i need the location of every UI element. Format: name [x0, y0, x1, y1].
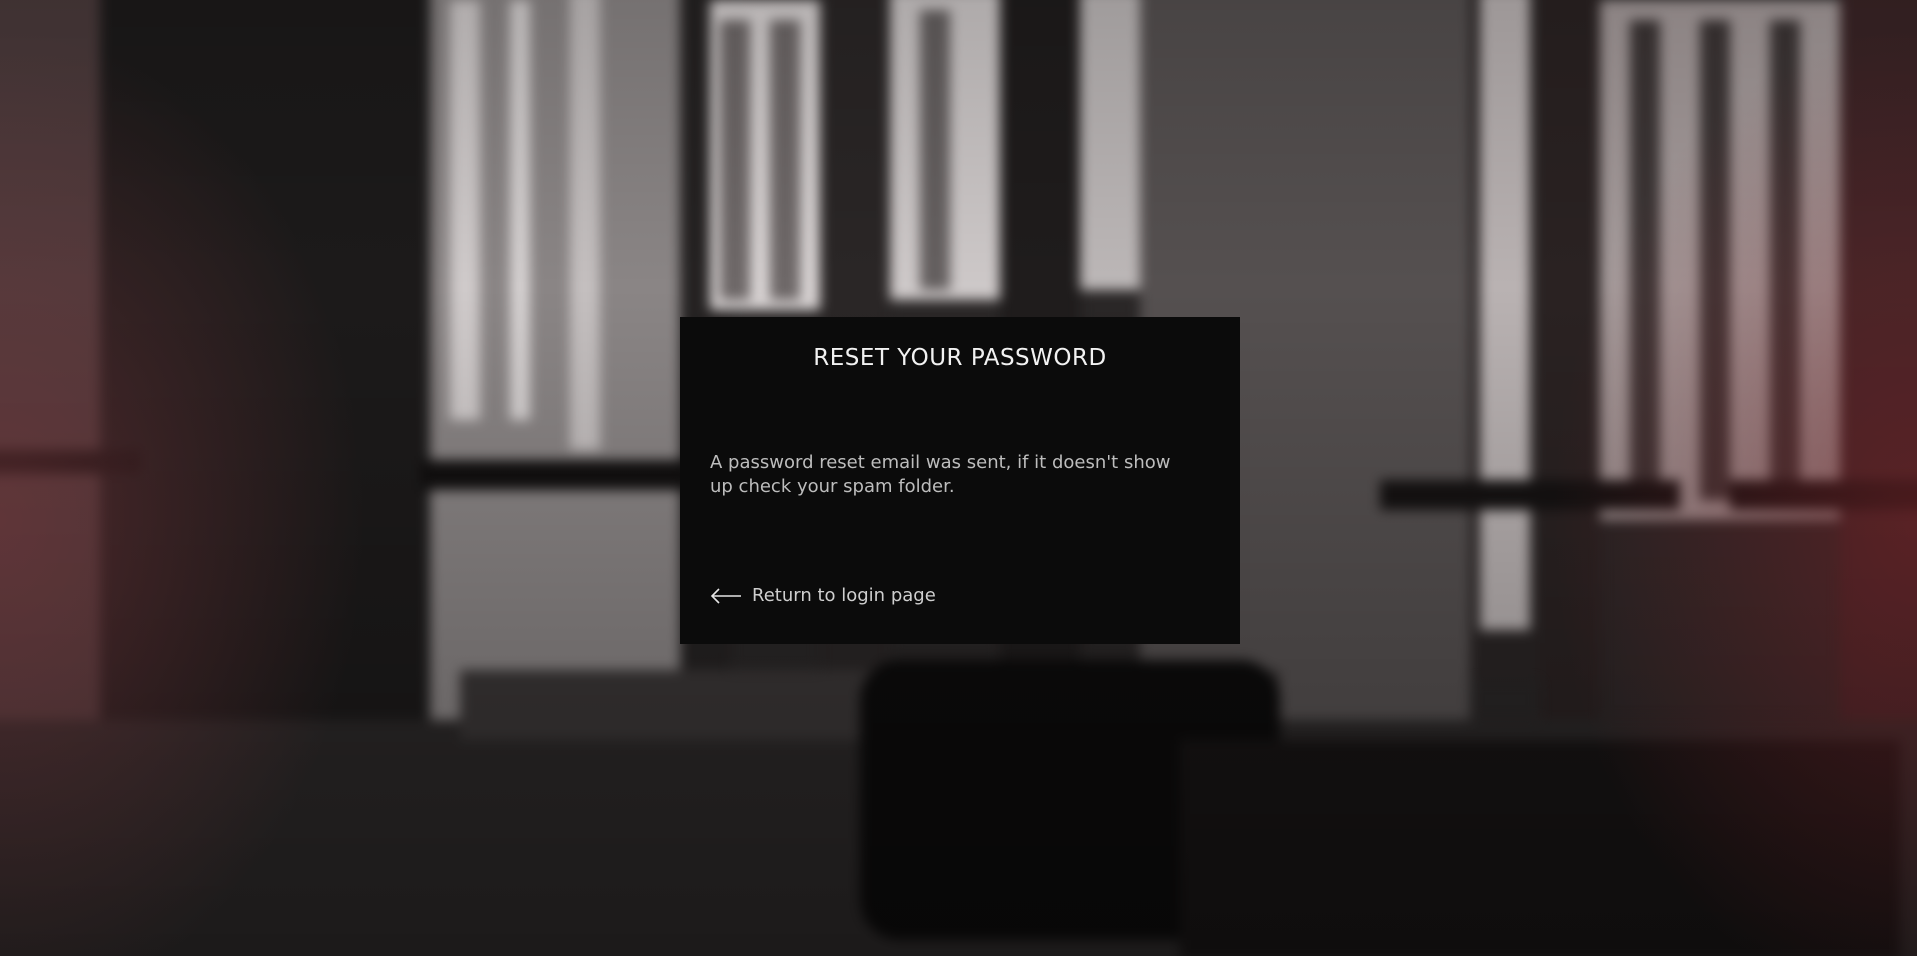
return-to-login-link[interactable]: Return to login page [710, 585, 936, 606]
return-to-login-label: Return to login page [752, 585, 936, 606]
reset-password-card: RESET YOUR PASSWORD A password reset ema… [680, 317, 1240, 644]
reset-confirmation-message: A password reset email was sent, if it d… [710, 452, 1171, 497]
arrow-left-icon [710, 587, 742, 604]
page-title: RESET YOUR PASSWORD [813, 345, 1107, 371]
